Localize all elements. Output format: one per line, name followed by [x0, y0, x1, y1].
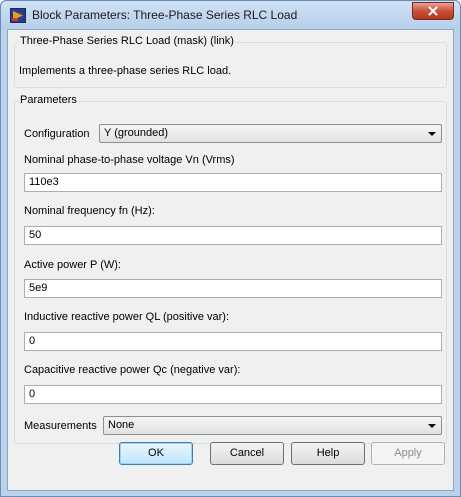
parameters-group: Parameters Configuration Y (grounded) No…	[14, 94, 447, 444]
description-group: Three-Phase Series RLC Load (mask) (link…	[14, 35, 447, 88]
configuration-dropdown[interactable]: Y (grounded)	[99, 124, 442, 143]
configuration-label: Configuration	[24, 128, 90, 140]
voltage-input[interactable]: 110e3	[24, 173, 442, 192]
apply-button[interactable]: Apply	[371, 442, 445, 465]
configuration-value: Y (grounded)	[104, 127, 169, 139]
active-power-label: Active power P (W):	[24, 259, 121, 271]
parameters-group-title: Parameters	[18, 94, 79, 106]
dialog-body: Three-Phase Series RLC Load (mask) (link…	[7, 29, 454, 491]
voltage-label: Nominal phase-to-phase voltage Vn (Vrms)	[24, 154, 235, 166]
description-group-title: Three-Phase Series RLC Load (mask) (link…	[18, 35, 236, 47]
dialog-window: Block Parameters: Three-Phase Series RLC…	[0, 0, 461, 497]
measurements-value: None	[108, 419, 135, 431]
frequency-label: Nominal frequency fn (Hz):	[24, 205, 155, 217]
chevron-down-icon	[428, 132, 436, 136]
active-power-input[interactable]: 5e9	[24, 279, 442, 298]
measurements-label: Measurements	[24, 420, 97, 432]
simulink-block-icon	[10, 8, 26, 23]
measurements-dropdown[interactable]: None	[103, 416, 442, 435]
title-bar[interactable]: Block Parameters: Three-Phase Series RLC…	[1, 1, 460, 29]
capacitive-power-label: Capacitive reactive power Qc (negative v…	[24, 364, 241, 376]
frequency-input[interactable]: 50	[24, 226, 442, 245]
ok-button[interactable]: OK	[119, 442, 193, 465]
capacitive-power-input[interactable]: 0	[24, 385, 442, 404]
description-text: Implements a three-phase series RLC load…	[19, 65, 232, 77]
close-icon	[428, 6, 438, 16]
help-button[interactable]: Help	[291, 442, 365, 465]
window-title: Block Parameters: Three-Phase Series RLC…	[32, 8, 298, 22]
inductive-power-label: Inductive reactive power QL (positive va…	[24, 311, 230, 323]
cancel-button[interactable]: Cancel	[210, 442, 284, 465]
close-button[interactable]	[412, 2, 454, 20]
chevron-down-icon	[428, 424, 436, 428]
inductive-power-input[interactable]: 0	[24, 332, 442, 351]
